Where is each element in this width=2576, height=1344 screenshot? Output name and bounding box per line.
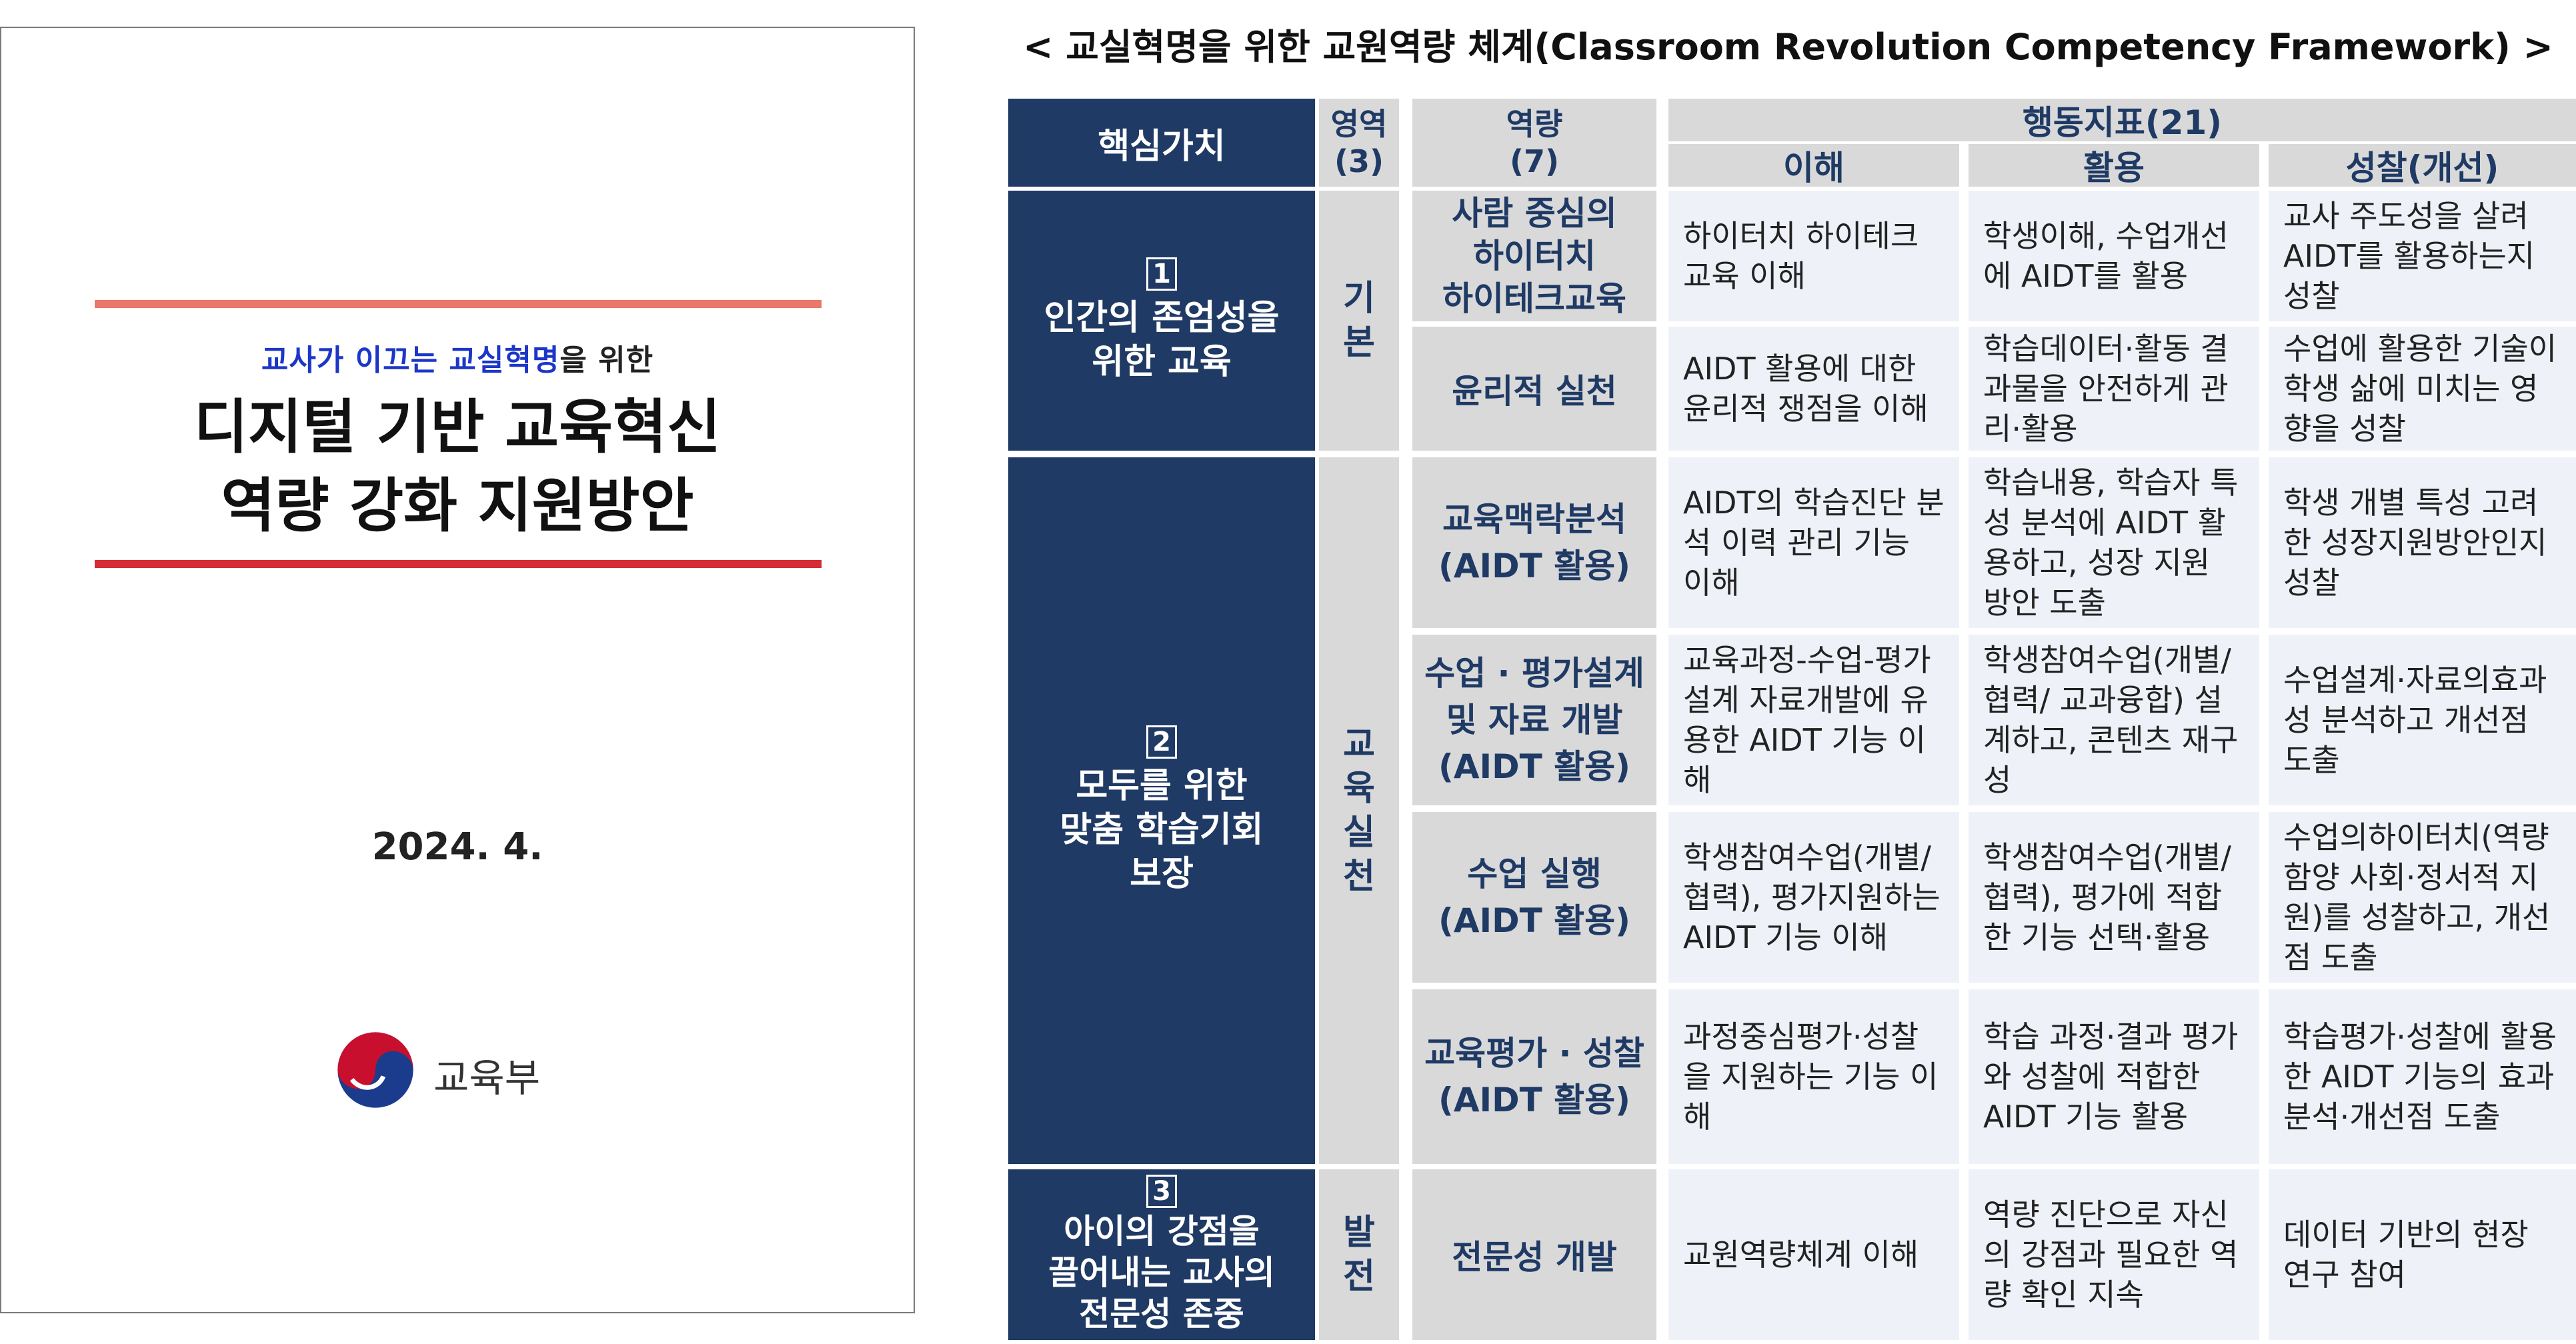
- row1-apply: 학생이해, 수업개선에 AIDT를 활용: [1969, 191, 2259, 321]
- row5-understand: 학생참여수업(개별/ 협력), 평가지원하는 AIDT 기능 이해: [1668, 812, 1959, 983]
- cover-title-line1: 디지털 기반 교육혁신: [194, 393, 721, 461]
- competency-4: 수업 · 평가설계 및 자료 개발 (AIDT 활용): [1412, 635, 1656, 805]
- competency-5: 수업 실행 (AIDT 활용): [1412, 812, 1656, 983]
- row7-reflect: 데이터 기반의 현장 연구 참여: [2269, 1169, 2576, 1340]
- cover-bottom-rule: [95, 560, 822, 568]
- domain-practice: 교 육 실 천: [1319, 457, 1399, 1164]
- ministry-name: 교육부: [433, 1055, 541, 1101]
- header-understand: 이해: [1668, 144, 1959, 187]
- core-value-2: 2 모두를 위한 맞춤 학습기회 보장: [1008, 457, 1315, 1164]
- subtitle-highlight-2: 교실혁명: [449, 343, 560, 377]
- row1-reflect: 교사 주도성을 살려 AIDT를 활용하는지 성찰: [2269, 191, 2576, 321]
- competency-6: 교육평가 · 성찰 (AIDT 활용): [1412, 989, 1656, 1164]
- header-reflect: 성찰(개선): [2269, 144, 2576, 187]
- row2-understand: AIDT 활용에 대한 윤리적 쟁점을 이해: [1668, 327, 1959, 451]
- competency-2: 윤리적 실천: [1412, 327, 1656, 451]
- row1-understand: 하이터치 하이테크 교육 이해: [1668, 191, 1959, 321]
- row7-understand: 교원역량체계 이해: [1668, 1169, 1959, 1340]
- core-value-3-text: 아이의 강점을 끌어내는 교사의 전문성 존중: [1048, 1212, 1275, 1333]
- row3-apply: 학습내용, 학습자 특성 분석에 AIDT 활용하고, 성장 지원 방안 도출: [1969, 457, 2259, 628]
- cover-title: 디지털 기반 교육혁신 역량 강화 지원방안: [1, 388, 914, 545]
- report-cover: 교사가 이끄는 교실혁명을 위한 디지털 기반 교육혁신 역량 강화 지원방안 …: [0, 27, 915, 1313]
- row4-reflect: 수업설계·자료의효과성 분석하고 개선점 도출: [2269, 635, 2576, 805]
- cover-title-line2: 역량 강화 지원방안: [221, 471, 694, 540]
- core-value-3: 3 아이의 강점을 끌어내는 교사의 전문성 존중: [1008, 1169, 1315, 1340]
- core-value-2-number: 2: [1146, 725, 1177, 759]
- row6-understand: 과정중심평가·성찰을 지원하는 기능 이해: [1668, 989, 1959, 1164]
- row7-apply: 역량 진단으로 자신의 강점과 필요한 역량 확인 지속: [1969, 1169, 2259, 1340]
- header-core-value: 핵심가치: [1008, 99, 1315, 187]
- core-value-1: 1 인간의 존엄성을 위한 교육: [1008, 191, 1315, 451]
- row6-reflect: 학습평가·성찰에 활용한 AIDT 기능의 효과분석·개선점 도출: [2269, 989, 2576, 1164]
- government-emblem-icon: [337, 1032, 413, 1108]
- row5-reflect: 수업의하이터치(역량함양 사회·정서적 지원)를 성찰하고, 개선점 도출: [2269, 812, 2576, 983]
- competency-7: 전문성 개발: [1412, 1169, 1656, 1340]
- row2-reflect: 수업에 활용한 기술이 학생 삶에 미치는 영향을 성찰: [2269, 327, 2576, 451]
- core-value-1-number: 1: [1146, 257, 1177, 291]
- row4-understand: 교육과정-수업-평가설계 자료개발에 유용한 AIDT 기능 이해: [1668, 635, 1959, 805]
- subtitle-highlight-1: 교사가 이끄는: [261, 343, 439, 377]
- row5-apply: 학생참여수업(개별/ 협력), 평가에 적합한 기능 선택·활용: [1969, 812, 2259, 983]
- cover-date: 2024. 4.: [371, 825, 543, 869]
- domain-basic: 기 본: [1319, 191, 1399, 451]
- core-value-2-text: 모두를 위한 맞춤 학습기회 보장: [1060, 766, 1264, 894]
- competency-1: 사람 중심의 하이터치 하이테크교육: [1412, 191, 1656, 321]
- framework-title: < 교실혁명을 위한 교원역량 체계(Classroom Revolution …: [1023, 26, 2553, 68]
- header-indicators: 행동지표(21): [1668, 99, 2576, 142]
- cover-subtitle: 교사가 이끄는 교실혁명을 위한: [1, 336, 914, 379]
- row3-understand: AIDT의 학습진단 분석 이력 관리 기능 이해: [1668, 457, 1959, 628]
- subtitle-rest: 을 위한: [559, 343, 654, 377]
- row4-apply: 학생참여수업(개별/ 협력/ 교과융합) 설계하고, 콘텐츠 재구성: [1969, 635, 2259, 805]
- core-value-1-text: 인간의 존엄성을 위한 교육: [1044, 298, 1280, 382]
- header-apply: 활용: [1969, 144, 2259, 187]
- row2-apply: 학습데이터·활동 결과물을 안전하게 관리·활용: [1969, 327, 2259, 451]
- row6-apply: 학습 과정·결과 평가와 성찰에 적합한 AIDT 기능 활용: [1969, 989, 2259, 1164]
- header-domain: 영역 (3): [1319, 99, 1399, 187]
- header-competency: 역량 (7): [1412, 99, 1656, 187]
- domain-advance: 발 전: [1319, 1169, 1399, 1340]
- core-value-3-number: 3: [1146, 1175, 1177, 1208]
- row3-reflect: 학생 개별 특성 고려한 성장지원방안인지 성찰: [2269, 457, 2576, 628]
- cover-top-rule: [95, 300, 822, 308]
- competency-3: 교육맥락분석 (AIDT 활용): [1412, 457, 1656, 628]
